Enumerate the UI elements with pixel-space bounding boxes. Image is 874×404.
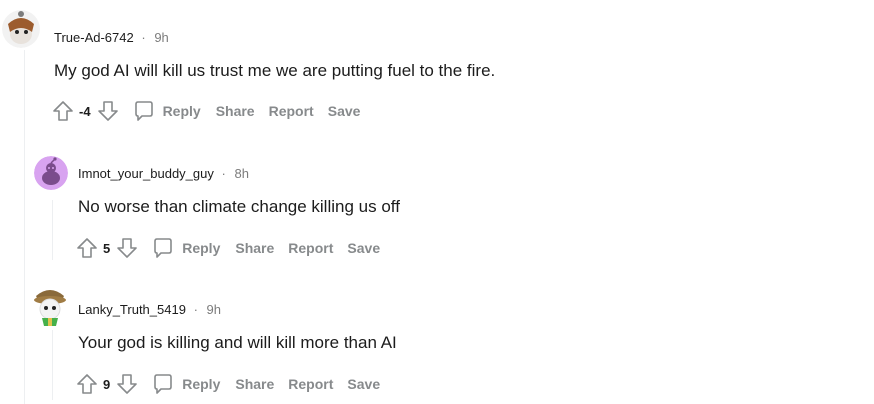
upvote-icon[interactable] bbox=[52, 100, 74, 122]
reply-button[interactable]: Reply bbox=[133, 100, 201, 122]
separator: · bbox=[141, 30, 146, 45]
comment-actions: -4 Reply Share Report Save bbox=[52, 97, 374, 125]
report-button[interactable]: Report bbox=[288, 240, 333, 256]
reply-label: Reply bbox=[162, 103, 201, 119]
comment-actions: 9 Reply Share Report Save bbox=[76, 370, 394, 398]
timestamp[interactable]: 9h bbox=[207, 302, 221, 317]
vote-score: 9 bbox=[103, 376, 111, 392]
reply-button[interactable]: Reply bbox=[152, 237, 220, 259]
vote-score: 5 bbox=[103, 240, 111, 256]
avatar[interactable] bbox=[34, 156, 68, 190]
comment-actions: 5 Reply Share Report Save bbox=[76, 234, 394, 262]
avatar[interactable] bbox=[32, 284, 68, 326]
reply-label: Reply bbox=[182, 240, 221, 256]
save-button[interactable]: Save bbox=[328, 103, 361, 119]
timestamp[interactable]: 8h bbox=[234, 166, 248, 181]
downvote-icon[interactable] bbox=[116, 237, 138, 259]
share-button[interactable]: Share bbox=[235, 376, 274, 392]
timestamp[interactable]: 9h bbox=[154, 30, 168, 45]
comment-text: No worse than climate change killing us … bbox=[78, 197, 400, 216]
save-button[interactable]: Save bbox=[347, 240, 380, 256]
downvote-icon[interactable] bbox=[97, 100, 119, 122]
thread-line-root[interactable] bbox=[24, 50, 25, 404]
downvote-icon[interactable] bbox=[116, 373, 138, 395]
comment-bubble-icon bbox=[152, 373, 174, 395]
reply-label: Reply bbox=[182, 376, 221, 392]
username[interactable]: Lanky_Truth_5419 bbox=[78, 302, 186, 317]
separator: · bbox=[193, 302, 198, 317]
share-button[interactable]: Share bbox=[235, 240, 274, 256]
upvote-icon[interactable] bbox=[76, 373, 98, 395]
upvote-icon[interactable] bbox=[76, 237, 98, 259]
comment-text: My god AI will kill us trust me we are p… bbox=[54, 61, 496, 80]
thread-line-reply-2[interactable] bbox=[52, 330, 53, 400]
separator: · bbox=[221, 166, 226, 181]
comment-bubble-icon bbox=[152, 237, 174, 259]
comment-text: Your god is killing and will kill more t… bbox=[78, 333, 397, 352]
save-button[interactable]: Save bbox=[347, 376, 380, 392]
comment-bubble-icon bbox=[133, 100, 155, 122]
avatar[interactable] bbox=[2, 10, 40, 48]
vote-score: -4 bbox=[79, 103, 91, 119]
thread-line-reply-1[interactable] bbox=[52, 200, 53, 260]
share-button[interactable]: Share bbox=[216, 103, 255, 119]
report-button[interactable]: Report bbox=[288, 376, 333, 392]
report-button[interactable]: Report bbox=[269, 103, 314, 119]
reply-button[interactable]: Reply bbox=[152, 373, 220, 395]
username[interactable]: True-Ad-6742 bbox=[54, 30, 134, 45]
username[interactable]: Imnot_your_buddy_guy bbox=[78, 166, 214, 181]
